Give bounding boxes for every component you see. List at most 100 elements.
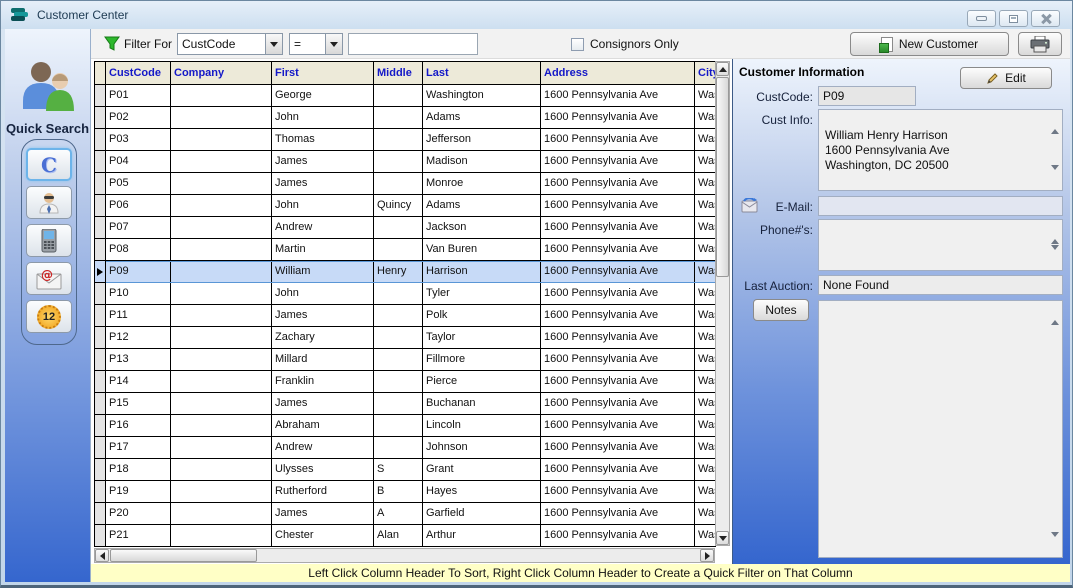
scroll-up-icon[interactable] (1051, 306, 1059, 321)
table-row[interactable]: P09 William Henry Harrison 1600 Pennsylv… (95, 261, 716, 283)
custcode-field: P09 (818, 86, 916, 106)
cell-first: Zachary (272, 327, 374, 349)
column-header-middle[interactable]: Middle (374, 62, 423, 85)
chevron-down-icon (325, 34, 342, 54)
table-row[interactable]: P07 Andrew Jackson 1600 Pennsylvania Ave… (95, 217, 716, 239)
table-row[interactable]: P08 Martin Van Buren 1600 Pennsylvania A… (95, 239, 716, 261)
table-row[interactable]: P14 Franklin Pierce 1600 Pennsylvania Av… (95, 371, 716, 393)
cell-middle (374, 305, 423, 327)
notes-label: Notes (765, 303, 796, 317)
cell-custcode: P05 (106, 173, 171, 195)
quick-search-number-button[interactable]: 12 (26, 300, 72, 333)
close-button[interactable] (1031, 10, 1060, 27)
column-header-last[interactable]: Last (423, 62, 541, 85)
column-header-company[interactable]: Company (171, 62, 272, 85)
cell-address: 1600 Pennsylvania Ave (541, 129, 695, 151)
cell-first: Thomas (272, 129, 374, 151)
notes-button[interactable]: Notes (753, 299, 809, 321)
filter-field-select[interactable]: CustCode (177, 33, 283, 55)
header-indicator-cell (95, 62, 106, 85)
quick-search-contact-button[interactable] (26, 186, 72, 219)
table-row[interactable]: P04 James Madison 1600 Pennsylvania Ave … (95, 151, 716, 173)
edit-button[interactable]: Edit (960, 67, 1052, 89)
horizontal-scrollbar[interactable] (94, 548, 715, 563)
scroll-right-icon[interactable] (700, 549, 714, 562)
maximize-button[interactable] (999, 10, 1028, 27)
table-row[interactable]: P17 Andrew Johnson 1600 Pennsylvania Ave… (95, 437, 716, 459)
horizontal-scroll-thumb[interactable] (110, 549, 257, 562)
cell-address: 1600 Pennsylvania Ave (541, 107, 695, 129)
scroll-up-icon[interactable] (716, 62, 729, 76)
filter-icon (104, 36, 120, 52)
custcode-label: CustCode: (733, 90, 813, 104)
table-row[interactable]: P20 James A Garfield 1600 Pennsylvania A… (95, 503, 716, 525)
cell-company (171, 305, 272, 327)
table-row[interactable]: P06 John Quincy Adams 1600 Pennsylvania … (95, 195, 716, 217)
table-row[interactable]: P03 Thomas Jefferson 1600 Pennsylvania A… (95, 129, 716, 151)
new-customer-button[interactable]: New Customer (850, 32, 1009, 56)
quick-search-email-button[interactable]: @ (26, 262, 72, 295)
table-row[interactable]: P13 Millard Fillmore 1600 Pennsylvania A… (95, 349, 716, 371)
column-header-first[interactable]: First (272, 62, 374, 85)
table-row[interactable]: P10 John Tyler 1600 Pennsylvania Ave Was… (95, 283, 716, 305)
row-indicator (95, 129, 106, 151)
scroll-down-icon[interactable] (1051, 250, 1059, 265)
cell-address: 1600 Pennsylvania Ave (541, 239, 695, 261)
column-header-city[interactable]: City (695, 62, 716, 85)
quick-search-custcode-button[interactable]: C (26, 148, 72, 181)
cell-first: Franklin (272, 371, 374, 393)
column-header-address[interactable]: Address (541, 62, 695, 85)
vertical-scrollbar[interactable] (715, 61, 730, 546)
cell-custcode: P01 (106, 85, 171, 107)
filter-operator-select[interactable]: = (289, 33, 343, 55)
table-row[interactable]: P18 Ulysses S Grant 1600 Pennsylvania Av… (95, 459, 716, 481)
cell-first: James (272, 503, 374, 525)
cell-address: 1600 Pennsylvania Ave (541, 503, 695, 525)
cell-company (171, 437, 272, 459)
scroll-up-icon[interactable] (1051, 115, 1059, 130)
consignors-only-checkbox[interactable] (571, 38, 584, 51)
customer-center-window: Customer Center Quick Search C (0, 0, 1073, 588)
printer-icon (1030, 36, 1050, 53)
new-customer-label: New Customer (899, 37, 978, 51)
table-row[interactable]: P16 Abraham Lincoln 1600 Pennsylvania Av… (95, 415, 716, 437)
quick-search-phone-button[interactable] (26, 224, 72, 257)
row-indicator (95, 503, 106, 525)
cell-address: 1600 Pennsylvania Ave (541, 305, 695, 327)
scroll-left-icon[interactable] (95, 549, 109, 562)
column-header-custcode[interactable]: CustCode (106, 62, 171, 85)
phones-box[interactable] (818, 219, 1063, 271)
cell-custcode: P07 (106, 217, 171, 239)
minimize-button[interactable] (967, 10, 996, 27)
scroll-up-icon[interactable] (1051, 225, 1059, 240)
table-row[interactable]: P05 James Monroe 1600 Pennsylvania Ave W… (95, 173, 716, 195)
table-row[interactable]: P12 Zachary Taylor 1600 Pennsylvania Ave… (95, 327, 716, 349)
cell-custcode: P02 (106, 107, 171, 129)
table-row[interactable]: P11 James Polk 1600 Pennsylvania Ave Was… (95, 305, 716, 327)
cust-info-box[interactable]: William Henry Harrison 1600 Pennsylvania… (818, 109, 1063, 191)
filter-value-input[interactable] (348, 33, 478, 55)
notes-box[interactable] (818, 300, 1063, 558)
cell-city: Washington (695, 261, 716, 283)
cell-custcode: P19 (106, 481, 171, 503)
cell-last: Arthur (423, 525, 541, 547)
table-row[interactable]: P19 Rutherford B Hayes 1600 Pennsylvania… (95, 481, 716, 503)
status-bar: Left Click Column Header To Sort, Right … (91, 564, 1070, 582)
table-row[interactable]: P21 Chester Alan Arthur 1600 Pennsylvani… (95, 525, 716, 547)
table-row[interactable]: P15 James Buchanan 1600 Pennsylvania Ave… (95, 393, 716, 415)
cell-last: Adams (423, 195, 541, 217)
cell-company (171, 85, 272, 107)
scroll-down-icon[interactable] (1051, 537, 1059, 552)
cell-company (171, 129, 272, 151)
cell-last: Lincoln (423, 415, 541, 437)
table-row[interactable]: P01 George Washington 1600 Pennsylvania … (95, 85, 716, 107)
scroll-down-icon[interactable] (716, 531, 729, 545)
vertical-scroll-thumb[interactable] (716, 77, 729, 277)
cell-last: Madison (423, 151, 541, 173)
table-row[interactable]: P02 John Adams 1600 Pennsylvania Ave Was… (95, 107, 716, 129)
customers-icon (17, 59, 79, 115)
row-indicator (95, 217, 106, 239)
print-button[interactable] (1018, 32, 1062, 56)
email-field[interactable] (818, 196, 1063, 216)
scroll-down-icon[interactable] (1051, 170, 1059, 185)
